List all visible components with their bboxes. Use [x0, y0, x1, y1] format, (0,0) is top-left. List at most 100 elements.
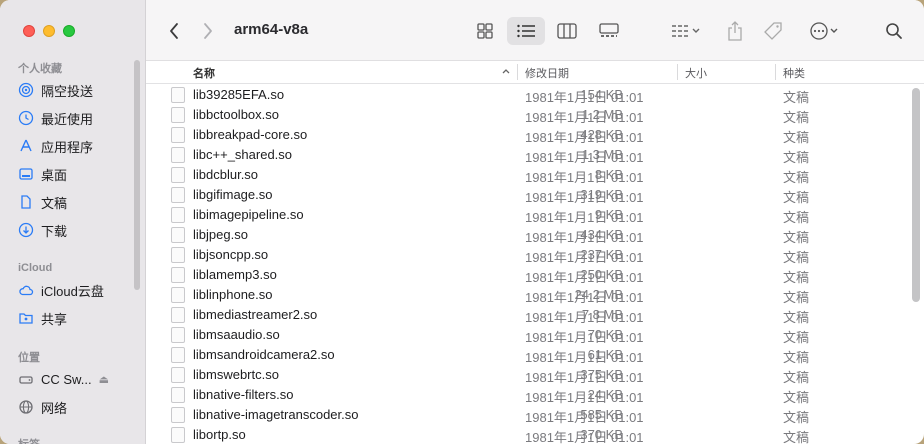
file-list: lib39285EFA.so 1981年1月1日 01:01 154 KB 文稿 lib…	[146, 84, 924, 444]
sidebar-item-documents[interactable]: 文稿	[18, 191, 67, 213]
table-row[interactable]: libortp.so 1981年1月1日 01:01 370 KB 文稿	[146, 424, 924, 444]
file-name: libc++_shared.so	[193, 147, 293, 162]
column-header-date[interactable]: 修改日期	[525, 65, 569, 81]
table-row[interactable]: liblamemp3.so 1981年1月1日 01:01 250 KB 文稿	[146, 264, 924, 285]
close-window-button[interactable]	[23, 25, 35, 37]
sidebar-item-drive[interactable]: CC Sw... ⏏	[18, 368, 109, 390]
table-row[interactable]: libbctoolbox.so 1981年1月1日 01:01 1.2 MB 文稿	[146, 104, 924, 125]
table-row[interactable]: libc++_shared.so 1981年1月1日 01:01 1.3 MB 文稿	[146, 144, 924, 165]
file-size: 70 KB	[587, 327, 623, 342]
back-button[interactable]	[164, 19, 184, 43]
window-controls	[23, 25, 75, 37]
file-name: libgifimage.so	[193, 187, 273, 202]
table-row[interactable]: libmswebrtc.so 1981年1月1日 01:01 375 KB 文稿	[146, 364, 924, 385]
table-row[interactable]: libnative-imagetranscoder.so 1981年1月1日 01…	[146, 404, 924, 425]
file-icon	[171, 407, 185, 423]
sort-ascending-icon[interactable]	[501, 66, 511, 78]
file-name: libmsaaudio.so	[193, 327, 280, 342]
file-icon	[171, 287, 185, 303]
column-divider[interactable]	[517, 64, 518, 80]
gallery-view-button[interactable]	[594, 19, 624, 43]
list-view-button[interactable]	[507, 17, 545, 45]
toolbar: arm64-v8a	[146, 0, 924, 61]
network-icon	[18, 399, 34, 415]
search-button[interactable]	[882, 19, 906, 43]
file-icon	[171, 87, 185, 103]
forward-button[interactable]	[198, 19, 218, 43]
sidebar-item-label: 文稿	[41, 195, 68, 211]
sidebar-item-label: 应用程序	[41, 139, 94, 155]
group-icon	[672, 25, 688, 37]
gallery-icon	[599, 23, 619, 37]
list-icon	[517, 24, 535, 38]
table-row[interactable]: liblinphone.so 1981年1月1日 01:01 24.2 MB 文稿	[146, 284, 924, 305]
sidebar-item-recents[interactable]: 最近使用	[18, 107, 93, 129]
desktop-icon	[18, 166, 34, 182]
table-row[interactable]: libjsoncpp.so 1981年1月1日 01:01 237 KB 文稿	[146, 244, 924, 265]
sidebar-item-desktop[interactable]: 桌面	[18, 163, 67, 185]
file-name: libbreakpad-core.so	[193, 127, 308, 142]
tags-section-title: 标签	[18, 436, 40, 444]
group-by-button[interactable]	[666, 19, 706, 43]
list-header: 名称 修改日期 大小 种类	[146, 61, 924, 84]
list-scrollbar[interactable]	[912, 88, 920, 302]
table-row[interactable]: libmediastreamer2.so 1981年1月1日 01:01 7.8 M…	[146, 304, 924, 325]
sidebar-item-label: 下载	[41, 223, 68, 239]
sidebar-item-label: 隔空投送	[41, 83, 94, 99]
file-name: libbctoolbox.so	[193, 107, 279, 122]
icon-view-button[interactable]	[470, 19, 500, 43]
file-size: 154 KB	[580, 87, 623, 102]
file-icon	[171, 147, 185, 163]
zoom-window-button[interactable]	[63, 25, 75, 37]
sidebar-item-label: 最近使用	[41, 111, 94, 127]
column-header-size[interactable]: 大小	[685, 65, 707, 81]
chevron-right-icon	[204, 23, 212, 39]
column-divider[interactable]	[775, 64, 776, 80]
file-icon	[171, 247, 185, 263]
sidebar-item-shared[interactable]: 共享	[18, 307, 67, 329]
chevron-down-icon	[692, 28, 700, 33]
table-row[interactable]: libmsaaudio.so 1981年1月1日 01:01 70 KB 文稿	[146, 324, 924, 345]
table-row[interactable]: libbreakpad-core.so 1981年1月1日 01:01 428 KB…	[146, 124, 924, 145]
sidebar-item-icloud-drive[interactable]: iCloud云盘	[18, 279, 104, 301]
download-icon	[18, 222, 34, 238]
file-name: libdcblur.so	[193, 167, 259, 182]
table-row[interactable]: libdcblur.so 1981年1月1日 01:01 8 KB 文稿	[146, 164, 924, 185]
column-header-kind[interactable]: 种类	[783, 65, 805, 81]
sidebar-item-label: 共享	[41, 311, 68, 327]
column-header-name[interactable]: 名称	[193, 65, 215, 81]
file-size: 237 KB	[580, 247, 623, 262]
sidebar-item-airdrop[interactable]: 隔空投送	[18, 79, 93, 101]
more-actions-button[interactable]	[804, 19, 844, 43]
table-row[interactable]: lib39285EFA.so 1981年1月1日 01:01 154 KB 文稿	[146, 84, 924, 105]
sidebar-item-network[interactable]: 网络	[18, 396, 67, 418]
sidebar: 个人收藏 隔空投送 最近使用 应用程序 桌面 文稿 下载 iCloud iClo…	[0, 0, 146, 444]
file-icon	[171, 427, 185, 443]
shared-folder-icon	[18, 310, 34, 326]
sidebar-scrollbar[interactable]	[134, 60, 140, 290]
search-icon	[886, 23, 902, 39]
file-kind: 文稿	[783, 430, 810, 444]
column-view-button[interactable]	[552, 19, 582, 43]
chevron-down-icon	[830, 28, 838, 33]
favorites-section-title: 个人收藏	[18, 63, 62, 75]
file-size: 24 KB	[587, 387, 623, 402]
file-size: 24.2 MB	[574, 287, 623, 302]
sidebar-item-applications[interactable]: 应用程序	[18, 135, 93, 157]
file-size: 1.3 MB	[581, 147, 623, 162]
table-row[interactable]: libmsandroidcamera2.so 1981年1月1日 01:01 61 …	[146, 344, 924, 365]
tag-icon	[764, 22, 782, 40]
table-row[interactable]: libimagepipeline.so 1981年1月1日 01:01 9 KB 文稿	[146, 204, 924, 225]
table-row[interactable]: libnative-filters.so 1981年1月1日 01:01 24 KB…	[146, 384, 924, 405]
minimize-window-button[interactable]	[43, 25, 55, 37]
file-icon	[171, 367, 185, 383]
drive-icon	[18, 371, 34, 387]
column-divider[interactable]	[677, 64, 678, 80]
share-button[interactable]	[723, 19, 747, 43]
sidebar-item-downloads[interactable]: 下载	[18, 219, 67, 241]
table-row[interactable]: libjpeg.so 1981年1月1日 01:01 434 KB 文稿	[146, 224, 924, 245]
eject-icon[interactable]: ⏏	[99, 373, 109, 386]
tags-button[interactable]	[761, 19, 785, 43]
share-icon	[728, 21, 742, 41]
table-row[interactable]: libgifimage.so 1981年1月1日 01:01 319 KB 文稿	[146, 184, 924, 205]
